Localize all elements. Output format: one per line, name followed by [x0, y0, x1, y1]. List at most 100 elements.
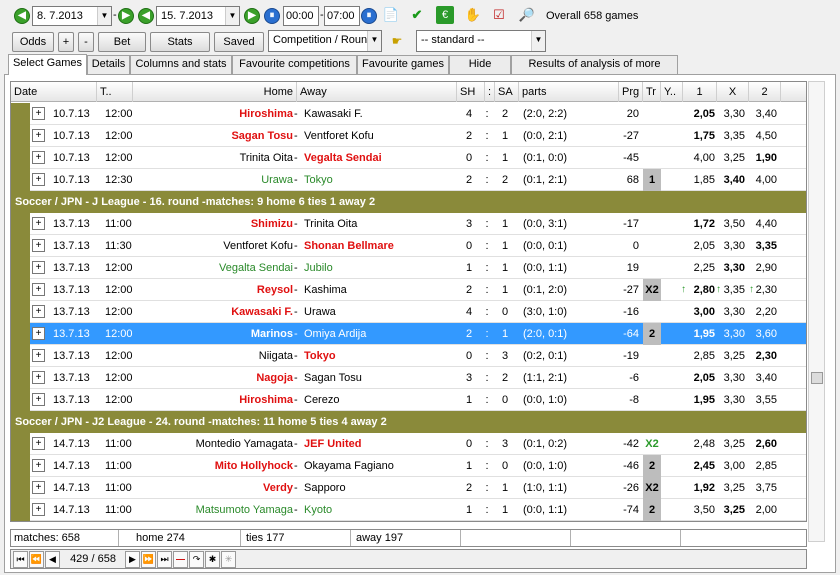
table-row[interactable]: +13.7.13 12:00 Kawasaki F. - Urawa 4:0 (3:0, 1… — [11, 301, 806, 323]
table-row[interactable]: +10.7.13 12:00 Sagan Tosu - Ventforet Kofu 2:… — [11, 125, 806, 147]
expand-row-icon[interactable]: + — [32, 129, 45, 142]
expand-row-icon[interactable]: + — [32, 305, 45, 318]
last-record-icon[interactable]: ⏭ — [157, 551, 172, 568]
col-date[interactable]: Date — [11, 82, 97, 102]
prg-cell: -6 — [629, 372, 639, 384]
expand-row-icon[interactable]: + — [32, 393, 45, 406]
next-record-icon[interactable]: ▶ — [125, 551, 140, 568]
expand-row-icon[interactable]: + — [32, 459, 45, 472]
col-odds-2[interactable]: 2 — [749, 82, 781, 102]
date-from-select[interactable]: 8. 7.2013 ▼ — [32, 6, 112, 26]
col-odds-x[interactable]: X — [717, 82, 749, 102]
pointing-hand-icon[interactable]: ☛ — [388, 32, 406, 50]
hand-icon[interactable]: ✋ — [464, 6, 482, 24]
prev-record-icon[interactable]: ◀ — [45, 551, 60, 568]
expand-row-icon[interactable]: + — [32, 327, 45, 340]
expand-row-icon[interactable]: + — [32, 151, 45, 164]
magnifier-icon[interactable]: 🔎 — [518, 6, 536, 24]
clear-filter-icon[interactable]: ✳ — [221, 551, 236, 568]
expand-row-icon[interactable]: + — [32, 283, 45, 296]
apply-time-icon[interactable]: ⏸ — [361, 8, 377, 24]
plus-button[interactable]: + — [58, 32, 74, 52]
col-sa[interactable]: SA — [495, 82, 519, 102]
table-row[interactable]: +13.7.13 12:00 Vegalta Sendai - Jubilo 1:1 (0:… — [11, 257, 806, 279]
score-away: 1 — [501, 328, 509, 340]
col-y[interactable]: Y.. — [661, 82, 683, 102]
col-away[interactable]: Away — [297, 82, 457, 102]
next-week-icon[interactable]: ▶ — [244, 8, 260, 24]
tab-details[interactable]: Details — [87, 55, 130, 74]
time-from-input[interactable]: 00:00 — [283, 6, 319, 26]
table-row[interactable]: +13.7.13 12:00 Hiroshima - Cerezo 1:0 (0:0, 1:… — [11, 389, 806, 411]
expand-row-icon[interactable]: + — [32, 261, 45, 274]
expand-row-icon[interactable]: + — [32, 481, 45, 494]
first-record-icon[interactable]: ⏮ — [13, 551, 28, 568]
prg-cell: -42 — [623, 438, 639, 450]
tab-select-games[interactable]: Select Games — [8, 54, 87, 75]
expand-row-icon[interactable]: + — [32, 217, 45, 230]
expand-row-icon[interactable]: + — [32, 437, 45, 450]
table-row[interactable]: +13.7.13 12:00 Reysol - Kashima 2:1 (0:1, 2:0)… — [11, 279, 806, 301]
table-row[interactable]: +13.7.13 12:00 Niigata - Tokyo 0:3 (0:2, 0:1) -… — [11, 345, 806, 367]
checkmark-icon[interactable]: ✔ — [408, 6, 426, 24]
star-icon[interactable]: ✱ — [205, 551, 220, 568]
table-row[interactable]: +10.7.13 12:00 Trinita Oita - Vegalta Sendai… — [11, 147, 806, 169]
table-row[interactable]: +14.7.13 11:00 Mito Hollyhock - Okayama Fagi… — [11, 455, 806, 477]
table-row[interactable]: +13.7.13 11:00 Shimizu - Trinita Oita 3:1 (0:0… — [11, 213, 806, 235]
col-parts[interactable]: parts — [519, 82, 619, 102]
vertical-scrollbar[interactable] — [808, 81, 825, 542]
chevron-down-icon: ▼ — [367, 31, 381, 51]
saved-button[interactable]: Saved — [214, 32, 264, 52]
prev-page-icon[interactable]: ⏪ — [29, 551, 44, 568]
home-team: Shimizu — [250, 218, 293, 230]
filter-preset-select[interactable]: -- standard -- ▼ — [416, 30, 546, 52]
tab-favourite-competitions[interactable]: Favourite competitions — [232, 55, 357, 74]
parts-cell: (0:1, 2:1) — [523, 174, 568, 186]
expand-row-icon[interactable]: + — [32, 349, 45, 362]
delete-record-icon[interactable]: — — [173, 551, 188, 568]
prg-cell: -17 — [623, 218, 639, 230]
odds-button[interactable]: Odds — [12, 32, 54, 52]
odds-1: 2,48 — [693, 438, 715, 450]
euro-icon[interactable]: € — [436, 6, 454, 24]
col-home[interactable]: Home — [133, 82, 297, 102]
next-day-icon[interactable]: ▶ — [118, 8, 134, 24]
tab-favourite-games[interactable]: Favourite games — [357, 55, 449, 74]
table-row[interactable]: +14.7.13 11:00 Montedio Yamagata - JEF Unite… — [11, 433, 806, 455]
tab-results-analysis[interactable]: Results of analysis of more filters — [511, 55, 678, 87]
expand-row-icon[interactable]: + — [32, 239, 45, 252]
date-to-select[interactable]: 15. 7.2013 ▼ — [156, 6, 240, 26]
bet-button[interactable]: Bet — [98, 32, 146, 52]
table-row[interactable]: +13.7.13 11:30 Ventforet Kofu - Shonan Bellm… — [11, 235, 806, 257]
time-to-input[interactable]: 07:00 — [324, 6, 360, 26]
tab-columns-and-stats[interactable]: Columns and stats — [130, 55, 232, 74]
next-page-icon[interactable]: ⏩ — [141, 551, 156, 568]
checklist-icon[interactable]: ☑ — [490, 6, 508, 24]
col-prg[interactable]: Prg — [619, 82, 643, 102]
table-row[interactable]: +14.7.13 11:00 Matsumoto Yamaga - Kyoto 1:1 (0… — [11, 499, 806, 521]
reset-time-icon[interactable]: ⏸ — [264, 8, 280, 24]
expand-row-icon[interactable]: + — [32, 503, 45, 516]
competition-select[interactable]: Competition / Roun ▼ — [268, 30, 382, 52]
prev-day-icon[interactable]: ◀ — [14, 8, 30, 24]
table-row[interactable]: +10.7.13 12:30 Urawa - Tokyo 2:2 (0:1, 2:1) 68 1… — [11, 169, 806, 191]
refresh-icon[interactable]: ↷ — [189, 551, 204, 568]
col-sh[interactable]: SH — [457, 82, 485, 102]
tab-hide-games[interactable]: Hide games — [449, 55, 511, 87]
scrollbar-thumb[interactable] — [811, 372, 823, 384]
table-row[interactable]: +13.7.13 12:00 Nagoja - Sagan Tosu 3:2 (1:1, 2… — [11, 367, 806, 389]
prev-week-icon[interactable]: ◀ — [138, 8, 154, 24]
minus-button[interactable]: - — [78, 32, 94, 52]
expand-row-icon[interactable]: + — [32, 107, 45, 120]
team-dash: - — [294, 174, 298, 186]
document-icon[interactable]: 📄 — [382, 6, 400, 24]
table-row[interactable]: +14.7.13 11:00 Verdy - Sapporo 2:1 (1:0, 1:1) -… — [11, 477, 806, 499]
table-row[interactable]: +10.7.13 12:00 Hiroshima - Kawasaki F. 4:2 (2:… — [11, 103, 806, 125]
expand-row-icon[interactable]: + — [32, 371, 45, 384]
col-odds-1[interactable]: 1 — [683, 82, 717, 102]
table-row[interactable]: +13.7.13 12:00 Marinos - Omiya Ardija 2:1 (2:0… — [11, 323, 806, 345]
stats-button[interactable]: Stats — [150, 32, 210, 52]
col-tr[interactable]: Tr — [643, 82, 661, 102]
col-time[interactable]: T.. — [97, 82, 133, 102]
expand-row-icon[interactable]: + — [32, 173, 45, 186]
